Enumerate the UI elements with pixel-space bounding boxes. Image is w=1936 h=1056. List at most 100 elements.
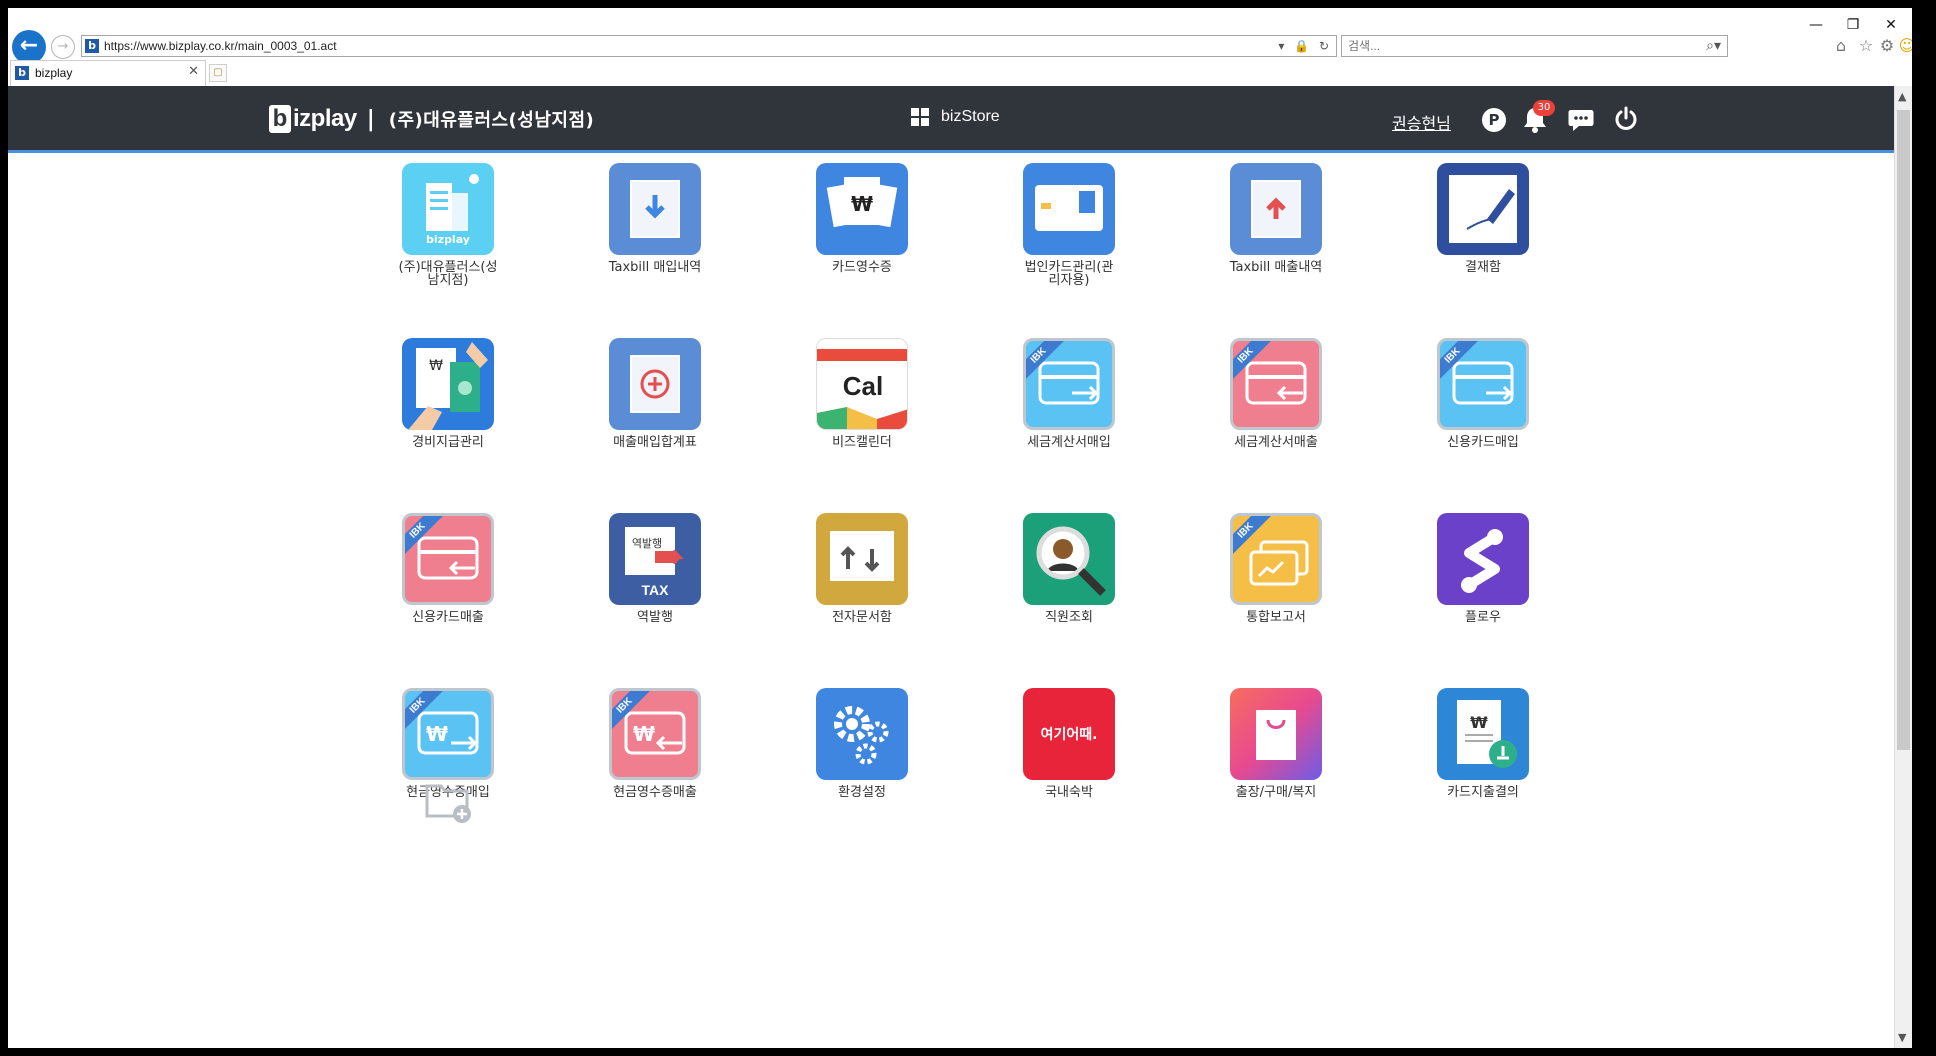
smiley-icon[interactable]: ☺	[1896, 35, 1912, 57]
app-label: 환경설정	[838, 785, 886, 800]
app-tile[interactable]: 결재함	[1393, 163, 1573, 303]
card-expense-icon: ₩	[1437, 688, 1529, 780]
flow-icon	[1437, 513, 1529, 605]
expense-icon: ₩	[402, 338, 494, 430]
app-tile[interactable]: IBK 통합보고서	[1186, 513, 1366, 653]
app-tile[interactable]: ₩ 경비지급관리	[358, 338, 538, 478]
bizstore-link[interactable]: bizStore	[911, 108, 1000, 126]
browser-chrome: — ❐ ✕ ← → b https://www.bizplay.co.kr/ma…	[8, 8, 1912, 86]
settings-icon	[816, 688, 908, 780]
home-icon[interactable]: ⌂	[1830, 35, 1852, 57]
scroll-thumb[interactable]	[1897, 110, 1910, 750]
app-tile[interactable]: 전자문서함	[772, 513, 952, 653]
point-icon[interactable]: P	[1482, 108, 1506, 132]
gear-icon[interactable]: ⚙	[1876, 35, 1898, 57]
site-favicon-icon: b	[85, 39, 99, 53]
app-tile[interactable]: 플로우	[1393, 513, 1573, 653]
svg-text:역발행: 역발행	[632, 537, 662, 550]
address-url[interactable]: https://www.bizplay.co.kr/main_0003_01.a…	[104, 38, 337, 54]
svg-text:Cal: Cal	[843, 371, 883, 401]
tab-title: bizplay	[35, 66, 73, 80]
address-bar[interactable]: b https://www.bizplay.co.kr/main_0003_01…	[81, 35, 1337, 57]
yeogi-icon: 여기어때.	[1023, 688, 1115, 780]
credit-card-out-icon: IBK	[402, 513, 494, 605]
app-tile[interactable]: 출장/구매/복지	[1186, 688, 1366, 828]
logo-mark-icon: b	[269, 105, 291, 133]
forward-button[interactable]: →	[51, 35, 75, 59]
app-tile[interactable]: bizplay (주)대유플러스(성남지점)	[358, 163, 538, 303]
search-icon[interactable]: ⌕▾	[1706, 36, 1721, 56]
app-tile[interactable]: ₩ 카드영수증	[772, 163, 952, 303]
app-tile[interactable]: 법인카드관리(관리자용)	[979, 163, 1159, 303]
app-tile[interactable]: IBK 세금계산서매출	[1186, 338, 1366, 478]
address-actions[interactable]: ▾ 🔒 ↻	[1278, 38, 1332, 54]
cash-receipt-out-icon: ₩ IBK	[609, 688, 701, 780]
svg-text:₩: ₩	[429, 358, 443, 374]
app-label: 통합보고서	[1246, 610, 1306, 625]
app-label: 매출매입합계표	[613, 435, 697, 450]
tab-favicon-icon: b	[15, 66, 29, 80]
svg-text:₩: ₩	[633, 722, 655, 746]
shopping-bag-icon	[1230, 688, 1322, 780]
app-label: Taxbill 매출내역	[1229, 260, 1323, 275]
employee-search-icon	[1023, 513, 1115, 605]
browser-window: — ❐ ✕ ← → b https://www.bizplay.co.kr/ma…	[8, 8, 1912, 1048]
browser-tab[interactable]: b bizplay ✕	[10, 60, 206, 86]
app-tile[interactable]: 환경설정	[772, 688, 952, 828]
edoc-icon	[816, 513, 908, 605]
new-tab-button[interactable]: ▢	[209, 64, 227, 82]
report-icon: IBK	[1230, 513, 1322, 605]
app-label: 비즈캘린더	[832, 435, 892, 450]
user-name-link[interactable]: 권승현님	[1392, 110, 1451, 134]
summary-icon	[609, 338, 701, 430]
card-receipt-icon: ₩	[816, 163, 908, 255]
app-label: 세금계산서매출	[1234, 435, 1318, 450]
tab-close-icon[interactable]: ✕	[188, 64, 199, 79]
app-tile[interactable]: Cal 비즈캘린더	[772, 338, 952, 478]
app-tile[interactable]: IBK 세금계산서매입	[979, 338, 1159, 478]
app-tile[interactable]: ₩ 카드지출결의	[1393, 688, 1573, 828]
app-tile[interactable]: 역발행 TAX 역발행	[565, 513, 745, 653]
app-tile[interactable]: Taxbill 매입내역	[565, 163, 745, 303]
search-input[interactable]	[1348, 37, 1678, 55]
close-icon[interactable]: ✕	[1876, 16, 1906, 34]
app-label: 카드지출결의	[1447, 785, 1519, 800]
app-label: 신용카드매출	[412, 610, 484, 625]
search-box[interactable]: ⌕▾	[1341, 35, 1728, 57]
folder-add-icon[interactable]	[424, 776, 474, 824]
favorites-star-icon[interactable]: ☆	[1855, 35, 1877, 57]
app-tile[interactable]: IBK 신용카드매입	[1393, 338, 1573, 478]
app-label: 직원조회	[1045, 610, 1093, 625]
restore-icon[interactable]: ❐	[1838, 16, 1868, 34]
page-scrollbar[interactable]: ▲ ▼	[1894, 86, 1912, 1048]
taxbill-in-icon	[609, 163, 701, 255]
approval-icon	[1437, 163, 1529, 255]
app-label: 세금계산서매입	[1027, 435, 1111, 450]
yeogi-text: 여기어때.	[1040, 727, 1098, 743]
logo-text: izplay	[293, 105, 357, 132]
app-tile[interactable]: 여기어때. 국내숙박	[979, 688, 1159, 828]
app-tile[interactable]: 매출매입합계표	[565, 338, 745, 478]
credit-card-in-icon: IBK	[1437, 338, 1529, 430]
app-label: 경비지급관리	[412, 435, 484, 450]
app-tile[interactable]: ₩ IBK 현금영수증매출	[565, 688, 745, 828]
app-tile[interactable]: 직원조회	[979, 513, 1159, 653]
power-icon[interactable]	[1611, 104, 1641, 134]
notification-badge: 30	[1533, 100, 1555, 116]
app-tile[interactable]: Taxbill 매출내역	[1186, 163, 1366, 303]
app-label: 국내숙박	[1045, 785, 1093, 800]
svg-text:TAX: TAX	[642, 582, 670, 598]
chat-icon[interactable]	[1566, 104, 1596, 134]
bizplay-logo[interactable]: b izplay | (주)대유플러스(성남지점)	[269, 104, 594, 134]
app-label: (주)대유플러스(성남지점)	[398, 260, 498, 288]
app-label: 결재함	[1465, 260, 1501, 275]
scroll-down-icon[interactable]: ▼	[1898, 1031, 1906, 1044]
app-tile[interactable]: IBK 신용카드매출	[358, 513, 538, 653]
tax-invoice-out-icon: IBK	[1230, 338, 1322, 430]
back-button[interactable]: ←	[12, 30, 46, 64]
icon-caption: bizplay	[426, 233, 470, 246]
svg-text:₩: ₩	[1470, 713, 1488, 732]
scroll-up-icon[interactable]: ▲	[1898, 90, 1906, 103]
minimize-icon[interactable]: —	[1801, 16, 1831, 34]
site-header: b izplay | (주)대유플러스(성남지점) bizStore 권승현님 …	[8, 86, 1912, 153]
